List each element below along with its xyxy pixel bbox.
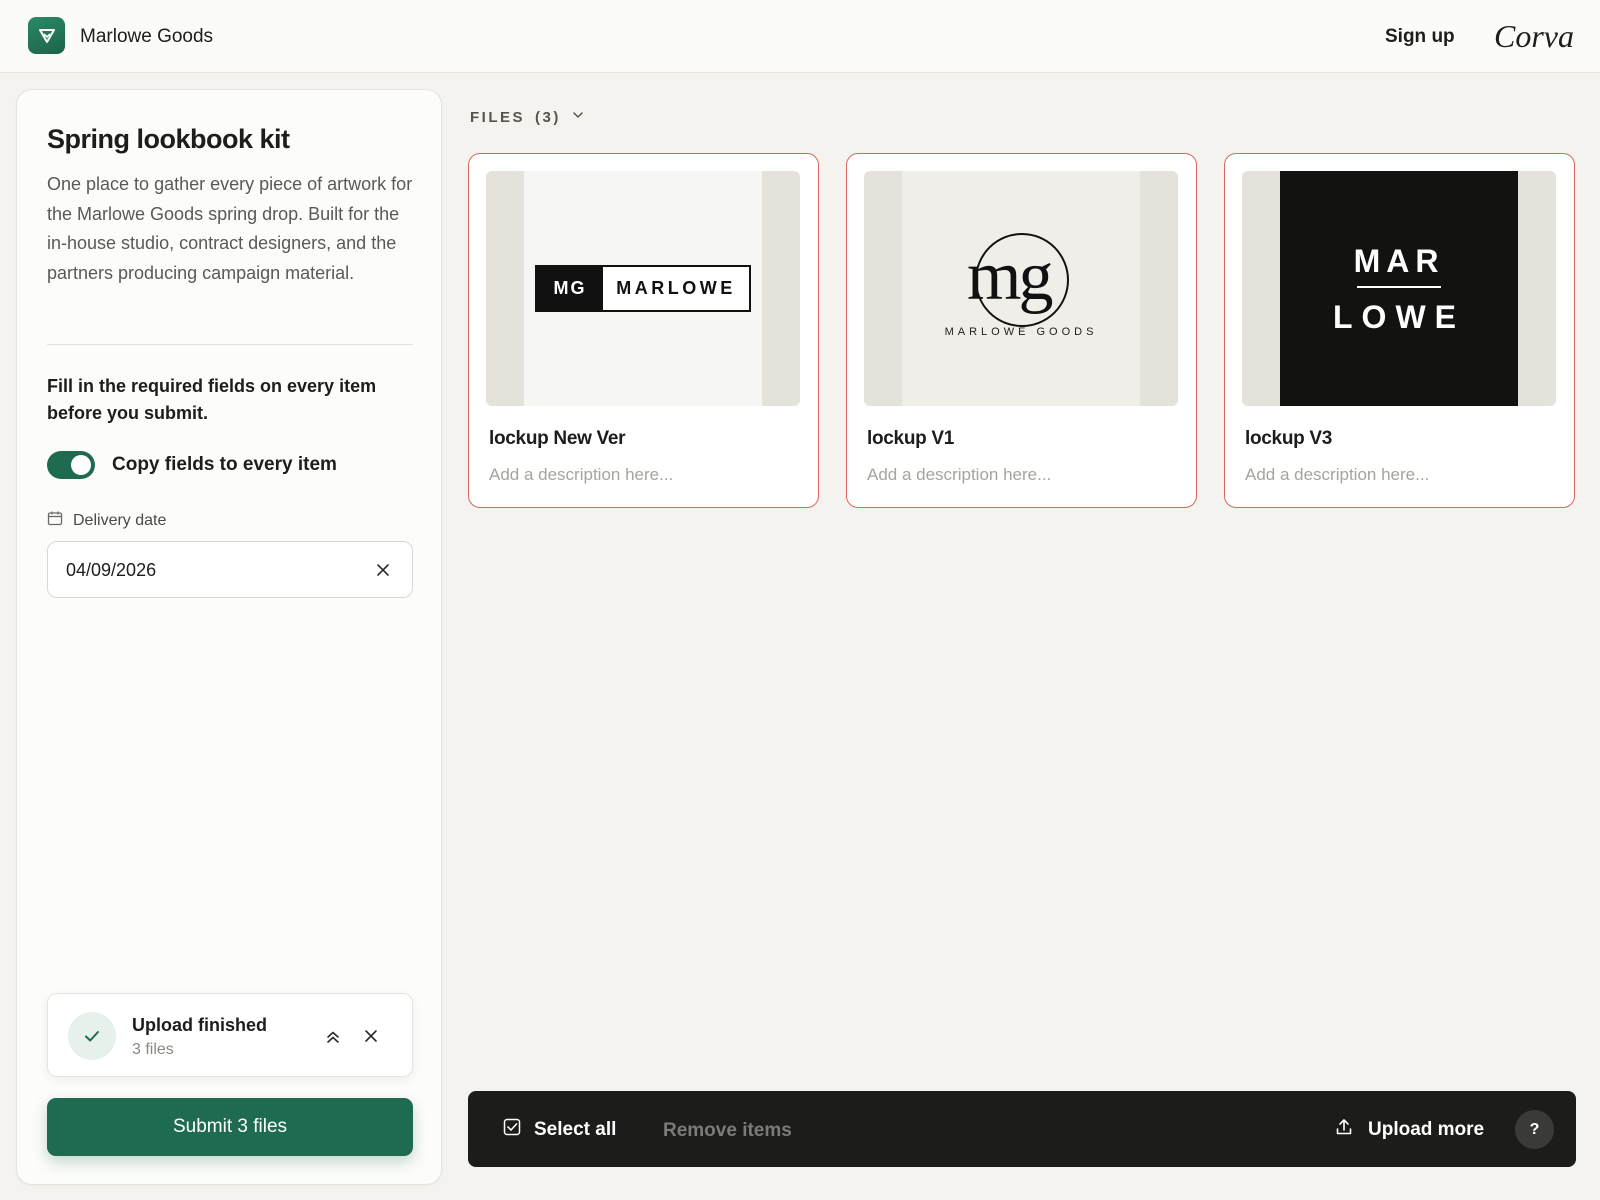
- submit-files-button[interactable]: Submit 3 files: [47, 1098, 413, 1156]
- chevron-double-up-icon[interactable]: [324, 1028, 342, 1046]
- delivery-date-label-row: Delivery date: [47, 510, 166, 531]
- toggle-knob: [71, 455, 91, 475]
- file-description-input[interactable]: Add a description here...: [867, 465, 1051, 485]
- close-icon[interactable]: [374, 561, 392, 579]
- files-label: FILES: [470, 109, 526, 126]
- artwork-mark: MG: [537, 267, 603, 310]
- panel-title: Spring lookbook kit: [47, 124, 290, 154]
- file-card[interactable]: mg MARLOWE GOODS lockup V1 Add a descrip…: [846, 153, 1197, 508]
- upload-status-title: Upload finished: [132, 1015, 267, 1035]
- kit-details-panel: Spring lookbook kit One place to gather …: [16, 89, 442, 1185]
- divider: [47, 344, 413, 345]
- file-card[interactable]: MG MARLOWE lockup New Ver Add a descript…: [468, 153, 819, 508]
- file-name[interactable]: lockup New Ver: [489, 428, 626, 450]
- file-name[interactable]: lockup V3: [1245, 428, 1332, 450]
- artwork-mark: mg: [967, 238, 1053, 315]
- copy-fields-toggle[interactable]: [47, 451, 95, 479]
- select-all-button[interactable]: Select all: [502, 1117, 616, 1142]
- required-fields-note: Fill in the required fields on every ite…: [47, 376, 377, 423]
- select-all-label: Select all: [534, 1118, 617, 1140]
- lockup-artwork: MG MARLOWE: [535, 265, 751, 312]
- panel-description: One place to gather every piece of artwo…: [47, 174, 413, 283]
- copy-fields-label: Copy fields to every item: [112, 454, 337, 475]
- delivery-date-label: Delivery date: [73, 511, 167, 529]
- upload-more-button[interactable]: Upload more: [1334, 1117, 1484, 1142]
- check-icon: [68, 1012, 116, 1060]
- file-thumbnail: MG MARLOWE: [486, 171, 800, 406]
- close-icon[interactable]: [362, 1027, 380, 1045]
- upload-icon: [1334, 1117, 1354, 1142]
- top-bar: Marlowe Goods Sign up Corva: [0, 0, 1600, 73]
- files-section-toggle[interactable]: FILES (3): [470, 108, 585, 127]
- delivery-date-value: 04/09/2026: [66, 560, 157, 580]
- thumbnail-artboard: MAR LOWE: [1280, 171, 1518, 406]
- partner-logo: Corva: [1494, 18, 1574, 54]
- artwork-wordmark: MARLOWE: [616, 278, 736, 298]
- upload-more-label: Upload more: [1368, 1118, 1485, 1140]
- file-description-input[interactable]: Add a description here...: [489, 465, 673, 485]
- upload-status-subtitle: 3 files: [132, 1041, 174, 1058]
- brand-name: Marlowe Goods: [80, 26, 214, 47]
- delivery-date-input[interactable]: 04/09/2026: [47, 541, 413, 598]
- artwork-wordmark: MARLOWE GOODS: [944, 326, 1098, 338]
- file-description-input[interactable]: Add a description here...: [1245, 465, 1429, 485]
- file-card[interactable]: MAR LOWE lockup V3 Add a description her…: [1224, 153, 1575, 508]
- bulk-action-bar: Select all Remove items Upload more ?: [468, 1091, 1576, 1167]
- artwork-rule: [1357, 286, 1441, 288]
- remove-items-button[interactable]: Remove items: [663, 1120, 792, 1142]
- upload-status-toast: Upload finished 3 files: [47, 993, 413, 1077]
- file-thumbnail: MAR LOWE: [1242, 171, 1556, 406]
- checkbox-icon: [502, 1117, 522, 1142]
- chevron-down-icon: [571, 108, 585, 127]
- brand-logo-icon[interactable]: [28, 17, 65, 54]
- artwork-line-2: LOWE: [1333, 299, 1465, 335]
- calendar-icon: [47, 510, 63, 531]
- help-icon[interactable]: ?: [1515, 1110, 1554, 1149]
- sign-up-link[interactable]: Sign up: [1385, 26, 1455, 48]
- files-count: (3): [535, 109, 561, 126]
- file-thumbnail: mg MARLOWE GOODS: [864, 171, 1178, 406]
- file-name[interactable]: lockup V1: [867, 428, 954, 450]
- artwork-line-1: MAR: [1353, 243, 1445, 279]
